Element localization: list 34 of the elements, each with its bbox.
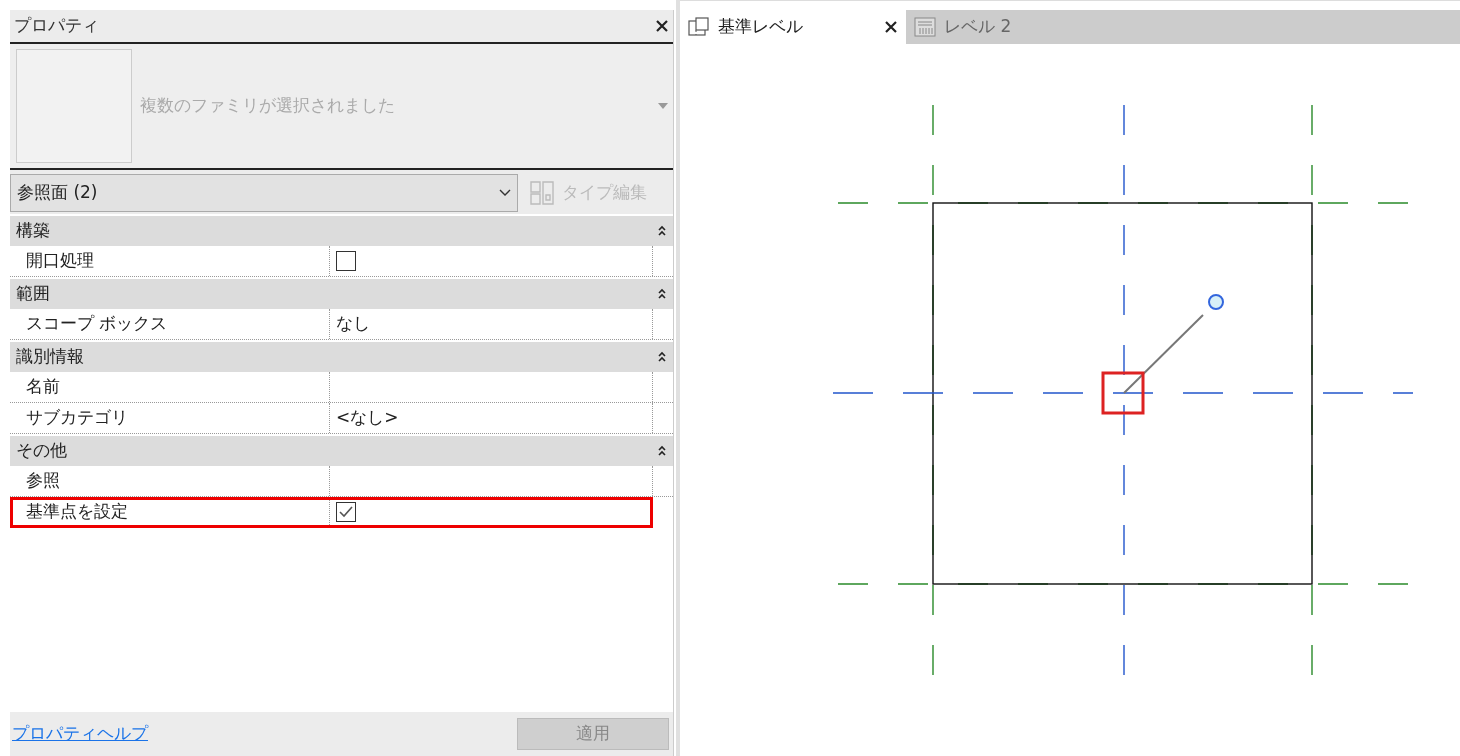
checkbox[interactable] <box>336 502 356 522</box>
close-icon[interactable] <box>655 19 669 33</box>
panel-title: プロパティ <box>14 14 99 38</box>
property-label: 参照 <box>10 466 330 496</box>
type-selector[interactable]: 参照面 (2) <box>10 174 518 212</box>
property-label: スコープ ボックス <box>10 309 330 339</box>
property-label: 基準点を設定 <box>10 497 330 527</box>
chevron-down-icon <box>499 189 511 197</box>
group-header[interactable]: 識別情報 <box>10 342 673 372</box>
collapse-icon <box>657 351 667 363</box>
view-tab[interactable]: 基準レベル <box>680 10 906 44</box>
property-value[interactable]: なし <box>336 311 370 337</box>
group-header[interactable]: 範囲 <box>10 279 673 309</box>
edit-type-icon <box>528 179 556 207</box>
collapse-icon <box>657 445 667 457</box>
collapse-icon <box>657 225 667 237</box>
preview-label: 複数のファミリが選択されました <box>140 94 395 118</box>
collapse-icon <box>657 288 667 300</box>
group-title: 構築 <box>16 219 50 243</box>
checkbox[interactable] <box>336 251 356 271</box>
group-title: 範囲 <box>16 282 50 306</box>
close-icon[interactable] <box>884 20 898 34</box>
group-title: その他 <box>16 439 67 463</box>
group-header[interactable]: その他 <box>10 436 673 466</box>
dropdown-icon <box>657 102 669 110</box>
property-value[interactable]: <なし> <box>336 405 399 431</box>
help-link[interactable]: プロパティヘルプ <box>12 721 148 747</box>
floor-plan-icon <box>688 17 710 37</box>
property-label: 名前 <box>10 372 330 402</box>
group-title: 識別情報 <box>16 345 84 369</box>
property-label: 開口処理 <box>10 246 330 276</box>
group-header[interactable]: 構築 <box>10 216 673 246</box>
property-label: サブカテゴリ <box>10 403 330 433</box>
schedule-icon <box>914 17 936 37</box>
